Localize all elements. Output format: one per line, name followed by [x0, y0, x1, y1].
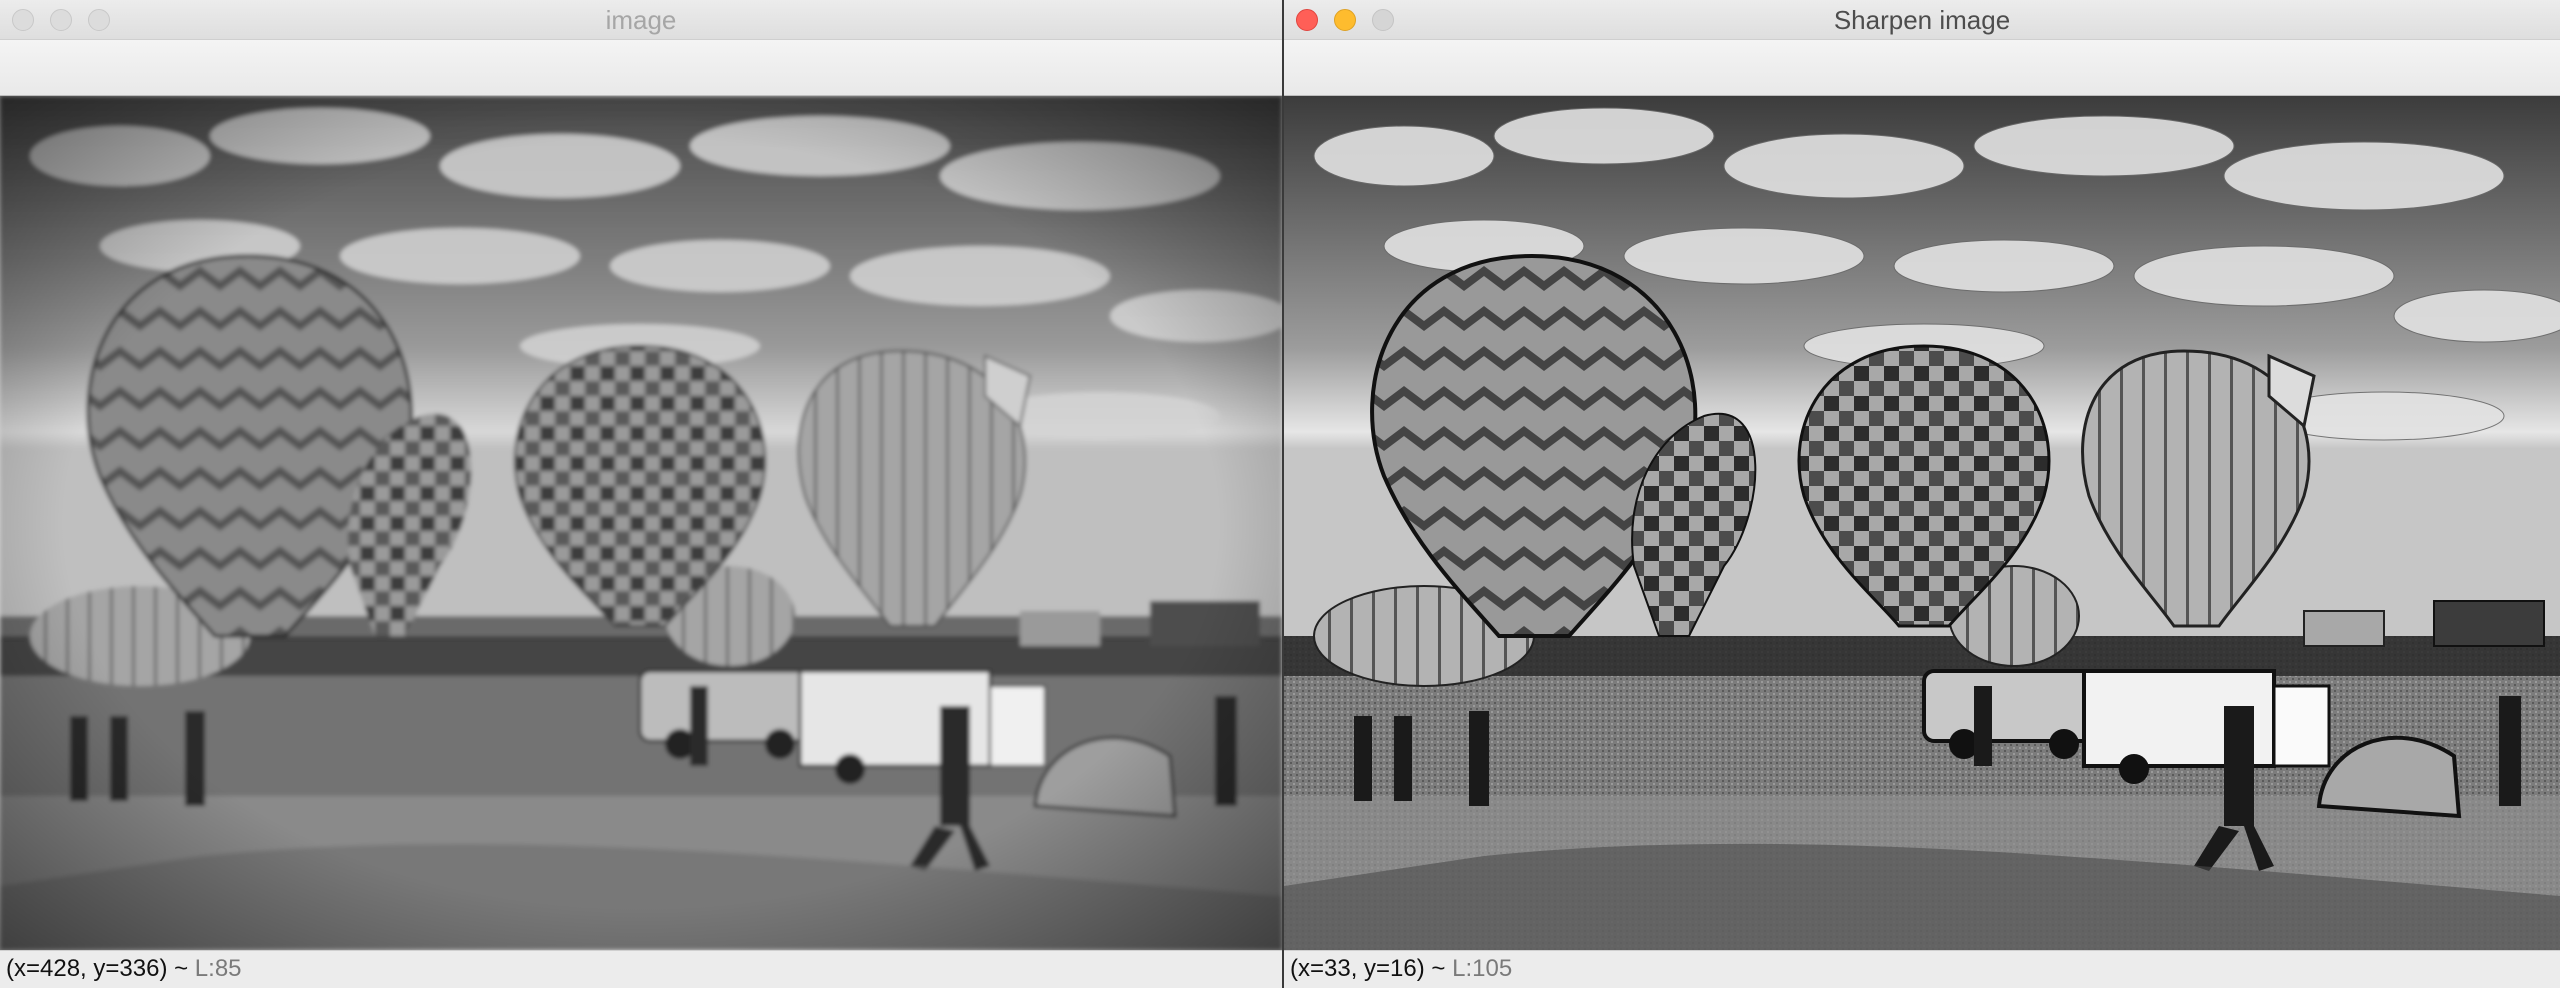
balloon-photo-blurred — [0, 96, 1282, 950]
cursor-coordinates: (x=428, y=336) ~ — [6, 955, 189, 982]
toolbar — [0, 40, 1282, 96]
balloon-photo-sharpened — [1284, 96, 2560, 950]
toolbar — [1284, 40, 2560, 96]
titlebar[interactable]: Sharpen image — [1284, 0, 2560, 40]
image-canvas[interactable] — [0, 96, 1282, 950]
window-title: image — [605, 5, 677, 35]
luminance-value: L:85 — [194, 955, 242, 982]
window-title: Sharpen image — [1833, 5, 2011, 35]
image-canvas[interactable] — [1284, 96, 2560, 950]
titlebar[interactable]: image — [0, 0, 1282, 40]
luminance-value: L:105 — [1452, 955, 1513, 982]
status-bar: (x=428, y=336) ~ L:85 — [0, 950, 1282, 988]
cursor-coordinates: (x=33, y=16) ~ — [1290, 955, 1446, 982]
status-bar: (x=33, y=16) ~ L:105 — [1284, 950, 2560, 988]
sharpen-image-window: Sharpen image (x=33, y=16) ~ L:105 — [1284, 0, 2560, 988]
image-window: image (x=428, y=336) ~ L:85 — [0, 0, 1282, 988]
